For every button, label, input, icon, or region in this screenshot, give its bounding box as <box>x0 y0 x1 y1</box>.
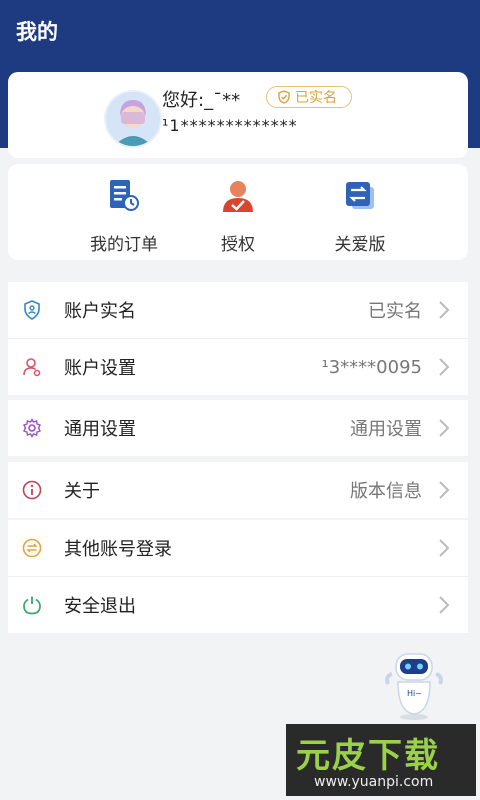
menu-row-real-name[interactable]: 账户实名 已实名 <box>8 282 468 338</box>
watermark-url: www.yuanpi.com <box>314 774 434 790</box>
menu-row-label: 安全退出 <box>64 596 136 617</box>
menu-row-label: 账户设置 <box>64 358 136 379</box>
user-settings-icon <box>23 358 41 377</box>
gear-icon <box>23 418 41 438</box>
menu-row-label: 其他账号登录 <box>64 539 172 560</box>
quick-action-orders-label: 我的订单 <box>90 235 158 255</box>
chevron-right-icon <box>439 596 450 614</box>
watermark-main-text: 元皮下载 <box>296 736 440 776</box>
care-mode-switch-icon <box>346 182 374 209</box>
menu-group-session: 其他账号登录 安全退出 <box>8 520 468 633</box>
shield-check-icon <box>278 90 290 104</box>
chevron-right-icon <box>439 481 450 499</box>
menu-row-value: ¹3****0095 <box>321 356 422 378</box>
chevron-right-icon <box>439 539 450 557</box>
menu-group-about: 关于 版本信息 <box>8 462 468 518</box>
menu-row-label: 账户实名 <box>64 301 136 322</box>
menu-row-about[interactable]: 关于 版本信息 <box>8 462 468 518</box>
quick-action-authorize[interactable]: 授权 <box>178 178 298 255</box>
power-icon <box>23 596 41 615</box>
quick-action-authorize-label: 授权 <box>221 235 255 255</box>
svg-text:Hi~: Hi~ <box>407 689 422 698</box>
order-document-icon <box>110 180 139 211</box>
quick-action-care-mode[interactable]: 关爱版 <box>300 178 420 255</box>
profile-card[interactable]: 您好:_ˉ** 已实名 ¹1************* <box>8 72 468 158</box>
menu-row-value: 版本信息 <box>350 481 422 502</box>
greeting-text: 您好:_ˉ** <box>162 90 241 111</box>
menu-group-account: 账户实名 已实名 账户设置 ¹3****0095 <box>8 282 468 395</box>
page-title: 我的 <box>16 20 58 44</box>
info-icon <box>22 480 42 500</box>
verified-badge: 已实名 <box>266 86 352 108</box>
quick-actions-card: 我的订单 授权 关爱版 <box>8 164 468 260</box>
avatar[interactable] <box>104 90 162 148</box>
watermark-logo: 元皮下载 www.yuanpi.com <box>286 724 476 796</box>
quick-action-care-mode-label: 关爱版 <box>334 235 386 255</box>
assistant-robot-button[interactable]: Hi~ <box>384 648 444 720</box>
chevron-right-icon <box>439 419 450 437</box>
robot-assistant-icon: Hi~ <box>385 653 443 720</box>
menu-row-value: 已实名 <box>368 301 422 322</box>
menu-row-account-settings[interactable]: 账户设置 ¹3****0095 <box>8 338 468 395</box>
menu-row-label: 关于 <box>64 481 100 502</box>
phone-number: ¹1************* <box>162 116 298 135</box>
verified-badge-label: 已实名 <box>295 90 337 106</box>
quick-action-orders[interactable]: 我的订单 <box>64 178 184 255</box>
menu-row-other-account-login[interactable]: 其他账号登录 <box>8 520 468 576</box>
menu-row-logout[interactable]: 安全退出 <box>8 576 468 633</box>
menu-group-general: 通用设置 通用设置 <box>8 400 468 456</box>
chevron-right-icon <box>439 301 450 319</box>
authorize-person-icon <box>223 181 253 212</box>
chevron-right-icon <box>439 358 450 376</box>
shield-id-icon <box>24 300 40 320</box>
menu-row-value: 通用设置 <box>350 419 422 440</box>
avatar-icon <box>106 92 160 146</box>
menu-row-general-settings[interactable]: 通用设置 通用设置 <box>8 400 468 456</box>
menu-row-label: 通用设置 <box>64 419 136 440</box>
switch-account-icon <box>22 538 42 558</box>
